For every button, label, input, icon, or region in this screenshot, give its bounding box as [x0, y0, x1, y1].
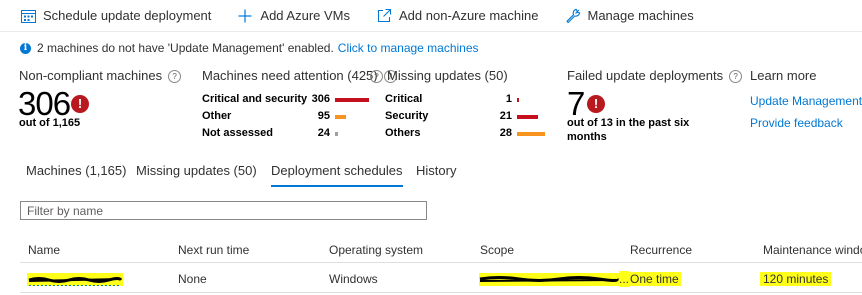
maintenance-window-value: 120 minutes	[760, 272, 832, 286]
tab-bar: Machines (1,165) Missing updates (50) De…	[0, 161, 862, 187]
missing-row-value: 28	[499, 127, 512, 139]
add-non-azure-machine-button[interactable]: Add non-Azure machine	[358, 0, 546, 32]
manage-machines-label: Manage machines	[587, 8, 694, 23]
manage-machines-button[interactable]: Manage machines	[547, 0, 702, 32]
table-header-divider	[20, 262, 862, 263]
failed-deployments-title-text: Failed update deployments	[567, 68, 724, 83]
tab-deployment-schedules[interactable]: Deployment schedules	[271, 161, 403, 187]
attention-bar	[335, 132, 338, 136]
next-run-time-cell: None	[178, 272, 207, 286]
attention-row-label: Other	[202, 110, 232, 122]
calendar-icon	[20, 8, 36, 24]
non-compliant-title-text: Non-compliant machines	[19, 68, 163, 83]
maintenance-window-cell: 120 minutes	[760, 271, 832, 287]
summary-tiles: Non-compliant machines? 306 ! out of 1,1…	[0, 66, 862, 154]
update-management-link[interactable]: Update Management	[750, 94, 862, 108]
error-icon: !	[587, 95, 605, 113]
table-row-divider	[20, 292, 862, 293]
add-azure-vms-label: Add Azure VMs	[260, 8, 351, 23]
column-header-maintenance-window[interactable]: Maintenance windo	[763, 243, 862, 257]
info-icon: i	[20, 42, 31, 54]
add-azure-vms-button[interactable]: Add Azure VMs	[219, 0, 358, 32]
operating-system-cell: Windows	[329, 272, 378, 286]
attention-bar	[335, 115, 346, 119]
schedule-update-deployment-label: Schedule update deployment	[43, 8, 212, 23]
help-icon[interactable]: ?	[729, 70, 743, 84]
attention-row-value: 24	[317, 127, 330, 139]
column-header-operating-system[interactable]: Operating system	[329, 243, 423, 257]
help-icon[interactable]: ?	[168, 70, 182, 84]
provide-feedback-link[interactable]: Provide feedback	[750, 116, 843, 130]
info-banner: i 2 machines do not have 'Update Managem…	[20, 40, 479, 56]
redacted-name-scribble	[27, 273, 123, 286]
column-header-recurrence[interactable]: Recurrence	[630, 243, 692, 257]
non-compliant-title: Non-compliant machines?	[19, 68, 182, 84]
tab-history[interactable]: History	[416, 161, 456, 185]
non-compliant-subtext: out of 1,165	[19, 117, 81, 129]
recurrence-cell: One time	[628, 271, 681, 287]
column-header-next-run-time[interactable]: Next run time	[178, 243, 249, 257]
command-bar: Schedule update deployment Add Azure VMs…	[0, 0, 862, 32]
column-header-scope[interactable]: Scope	[480, 243, 514, 257]
missing-updates-title: ? Missing updates (50)	[370, 68, 508, 84]
redacted-scope-scribble	[479, 273, 619, 286]
attention-bar	[335, 98, 369, 102]
failed-deployments-title: Failed update deployments?	[567, 68, 743, 84]
failed-deployments-subtext-line2: months	[567, 131, 607, 143]
missing-row-value: 21	[499, 110, 512, 122]
missing-row-label: Security	[385, 110, 429, 122]
attention-row-value: 306	[311, 93, 330, 105]
attention-title-text: Machines need attention (425)	[202, 68, 378, 83]
tab-missing-updates[interactable]: Missing updates (50)	[136, 161, 257, 185]
schedule-name-link[interactable]	[27, 271, 123, 287]
missing-bar	[517, 98, 519, 102]
column-header-name[interactable]: Name	[28, 243, 60, 257]
add-non-azure-machine-label: Add non-Azure machine	[399, 8, 539, 23]
scope-value: ...	[479, 271, 630, 287]
recurrence-value: One time	[628, 272, 681, 286]
tab-machines[interactable]: Machines (1,165)	[26, 161, 126, 185]
missing-row-label: Critical	[385, 93, 423, 105]
missing-updates-title-text: Missing updates (50)	[387, 68, 508, 83]
external-link-icon	[376, 8, 392, 24]
missing-row-label: Others	[385, 127, 421, 139]
manage-machines-link[interactable]: Click to manage machines	[338, 41, 479, 55]
failed-deployments-subtext-line1: out of 13 in the past six	[567, 117, 690, 129]
filter-by-name-input[interactable]	[20, 201, 427, 220]
info-message: 2 machines do not have 'Update Managemen…	[37, 41, 334, 55]
attention-row-value: 95	[317, 110, 330, 122]
attention-title: Machines need attention (425)?	[202, 68, 397, 84]
missing-bar	[517, 115, 538, 119]
attention-row-label: Critical and security	[202, 93, 308, 105]
help-icon[interactable]: ?	[370, 70, 383, 84]
attention-row-label: Not assessed	[202, 127, 273, 139]
schedule-update-deployment-button[interactable]: Schedule update deployment	[0, 0, 219, 32]
missing-row-value: 1	[505, 93, 512, 105]
error-icon: !	[71, 95, 89, 113]
scope-cell: ...	[479, 271, 630, 287]
missing-bar	[517, 132, 545, 136]
plus-icon	[237, 8, 253, 24]
wrench-icon	[565, 8, 581, 24]
learn-more-title: Learn more	[750, 68, 817, 83]
